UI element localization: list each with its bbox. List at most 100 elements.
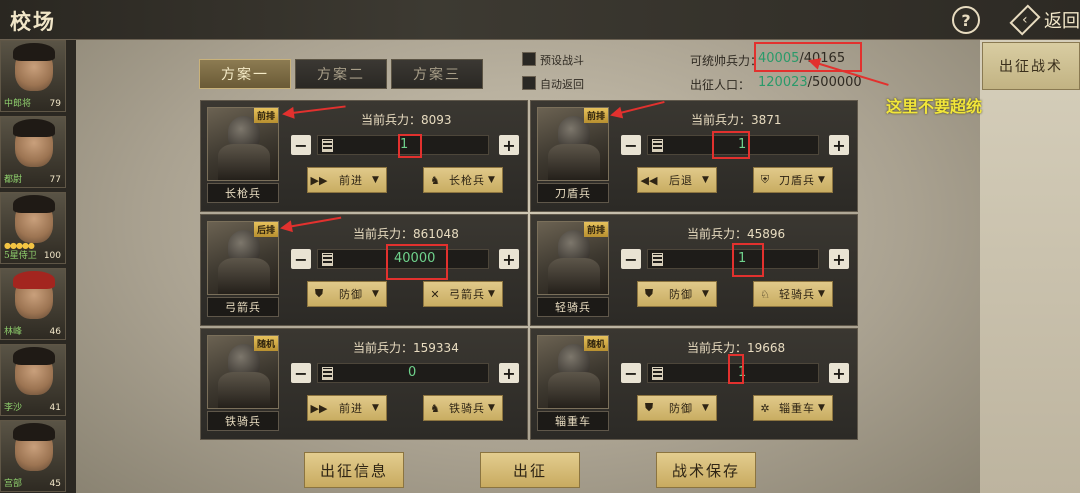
- position-badge: 前排: [253, 108, 278, 123]
- help-button[interactable]: ?: [952, 6, 980, 34]
- action-label: 防御: [339, 288, 363, 301]
- unit-type-dropdown[interactable]: ✕ 弓箭兵 ▼: [423, 281, 503, 307]
- chevron-down-icon: ▼: [488, 289, 495, 299]
- chevron-down-icon: ▼: [372, 403, 379, 413]
- auto-return-label: 自动返回: [540, 78, 584, 91]
- highlight-box: [398, 134, 422, 158]
- tab-plan-2[interactable]: 方案二: [295, 59, 387, 89]
- tactic-button[interactable]: 出征战术: [982, 42, 1080, 90]
- increase-button[interactable]: +: [499, 249, 519, 269]
- shield-icon: ⛨: [760, 173, 770, 186]
- general-sidebar: 中郎将 79 都尉 77 ●●●●● 5星侍卫 100 林峰 46 李沙 41 …: [0, 40, 76, 493]
- current-force: 当前兵力：3871: [691, 111, 782, 128]
- tab-plan-1[interactable]: 方案一: [199, 59, 291, 89]
- calculator-icon[interactable]: [652, 139, 663, 152]
- current-force: 当前兵力：45896: [687, 225, 785, 242]
- action-label: 防御: [669, 402, 693, 415]
- hair-shape: [13, 347, 55, 365]
- force-value: 861048: [413, 227, 459, 241]
- decrease-button[interactable]: −: [291, 363, 311, 383]
- save-tactic-button[interactable]: 战术保存: [656, 452, 756, 488]
- calculator-icon[interactable]: [322, 139, 333, 152]
- unit-card-heavy-cavalry: 随机 铁骑兵 当前兵力：159334 − 0 + ▶▶ 前进 ▼ ♞ 铁骑兵 ▼: [200, 328, 528, 440]
- action-dropdown[interactable]: ⛊ 防御 ▼: [637, 395, 717, 421]
- unit-type-dropdown[interactable]: ♞ 长枪兵 ▼: [423, 167, 503, 193]
- unit-card-supply-cart: 随机 辎重车 当前兵力：19668 − 1 + ⛊ 防御 ▼ ✲ 辎重车 ▼: [530, 328, 858, 440]
- action-label: 前进: [339, 402, 363, 415]
- decrease-button[interactable]: −: [621, 363, 641, 383]
- chevron-down-icon: ▼: [818, 403, 825, 413]
- unit-portrait: 前排: [537, 221, 609, 295]
- unit-type-label: 弓箭兵: [449, 288, 485, 301]
- decrease-button[interactable]: −: [621, 249, 641, 269]
- increase-button[interactable]: +: [499, 135, 519, 155]
- decrease-button[interactable]: −: [291, 249, 311, 269]
- annotation-text: 这里不要超统: [886, 97, 983, 116]
- general-card[interactable]: 李沙 41: [0, 344, 66, 416]
- unit-type-dropdown[interactable]: ⛨ 刀盾兵 ▼: [753, 167, 833, 193]
- general-name: 林峰: [4, 327, 23, 337]
- unit-type-label: 铁骑兵: [449, 402, 485, 415]
- spear-icon: ♞: [430, 173, 440, 187]
- action-dropdown[interactable]: ⛊ 防御 ▼: [637, 281, 717, 307]
- chevron-down-icon: ▼: [702, 175, 709, 185]
- unit-type-dropdown[interactable]: ♞ 铁骑兵 ▼: [423, 395, 503, 421]
- unit-type-label: 辎重车: [779, 402, 815, 415]
- force-label: 当前兵力：: [687, 341, 748, 355]
- chevron-down-icon: ▼: [488, 403, 495, 413]
- general-card[interactable]: 都尉 77: [0, 116, 66, 188]
- force-label: 当前兵力：: [353, 341, 414, 355]
- decrease-button[interactable]: −: [291, 135, 311, 155]
- unit-name: 弓箭兵: [207, 297, 279, 317]
- general-name: 中郎将: [4, 99, 32, 109]
- retreat-icon: ◀◀: [640, 173, 658, 187]
- horse-icon: ♘: [760, 287, 770, 301]
- action-dropdown[interactable]: ▶▶ 前进 ▼: [307, 395, 387, 421]
- calculator-icon[interactable]: [322, 367, 333, 380]
- force-value: 159334: [413, 341, 459, 355]
- chevron-down-icon: ▼: [702, 289, 709, 299]
- calculator-icon[interactable]: [652, 253, 663, 266]
- position-badge: 随机: [253, 336, 278, 351]
- hair-shape: [13, 271, 55, 289]
- increase-button[interactable]: +: [829, 135, 849, 155]
- unit-name: 长枪兵: [207, 183, 279, 203]
- position-badge: 随机: [583, 336, 608, 351]
- unit-portrait: 后排: [207, 221, 279, 295]
- unit-card-archer: 后排 弓箭兵 当前兵力：861048 − 40000 + ⛊ 防御 ▼ ✕ 弓箭兵 ▼: [200, 214, 528, 326]
- hair-shape: [13, 423, 55, 441]
- defend-icon: ⛊: [644, 287, 654, 300]
- preset-battle-checkbox[interactable]: [522, 52, 536, 66]
- action-dropdown[interactable]: ◀◀ 后退 ▼: [637, 167, 717, 193]
- general-card[interactable]: 宫部 45: [0, 420, 66, 492]
- unit-portrait: 随机: [537, 335, 609, 409]
- current-force: 当前兵力：8093: [361, 111, 452, 128]
- troop-count-input[interactable]: 0: [317, 363, 489, 383]
- march-button[interactable]: 出征: [480, 452, 580, 488]
- general-level: 77: [49, 175, 61, 185]
- unit-type-dropdown[interactable]: ✲ 辎重车 ▼: [753, 395, 833, 421]
- calculator-icon[interactable]: [652, 367, 663, 380]
- action-dropdown[interactable]: ⛊ 防御 ▼: [307, 281, 387, 307]
- hair-shape: [13, 195, 55, 213]
- position-badge: 后排: [253, 222, 278, 237]
- unit-name: 轻骑兵: [537, 297, 609, 317]
- increase-button[interactable]: +: [829, 363, 849, 383]
- unit-type-dropdown[interactable]: ♘ 轻骑兵 ▼: [753, 281, 833, 307]
- auto-return-checkbox[interactable]: [522, 76, 536, 90]
- page-title: 校场: [10, 9, 56, 34]
- increase-button[interactable]: +: [829, 249, 849, 269]
- tab-plan-3[interactable]: 方案三: [391, 59, 483, 89]
- back-button[interactable]: ‹ 返回: [996, 2, 1080, 38]
- calculator-icon[interactable]: [322, 253, 333, 266]
- unit-name: 铁骑兵: [207, 411, 279, 431]
- general-card[interactable]: ●●●●● 5星侍卫 100: [0, 192, 66, 264]
- increase-button[interactable]: +: [499, 363, 519, 383]
- action-label: 前进: [339, 174, 363, 187]
- general-card[interactable]: 中郎将 79: [0, 40, 66, 112]
- general-card[interactable]: 林峰 46: [0, 268, 66, 340]
- march-info-button[interactable]: 出征信息: [304, 452, 404, 488]
- defend-icon: ⛊: [644, 401, 654, 414]
- action-dropdown[interactable]: ▶▶ 前进 ▼: [307, 167, 387, 193]
- decrease-button[interactable]: −: [621, 135, 641, 155]
